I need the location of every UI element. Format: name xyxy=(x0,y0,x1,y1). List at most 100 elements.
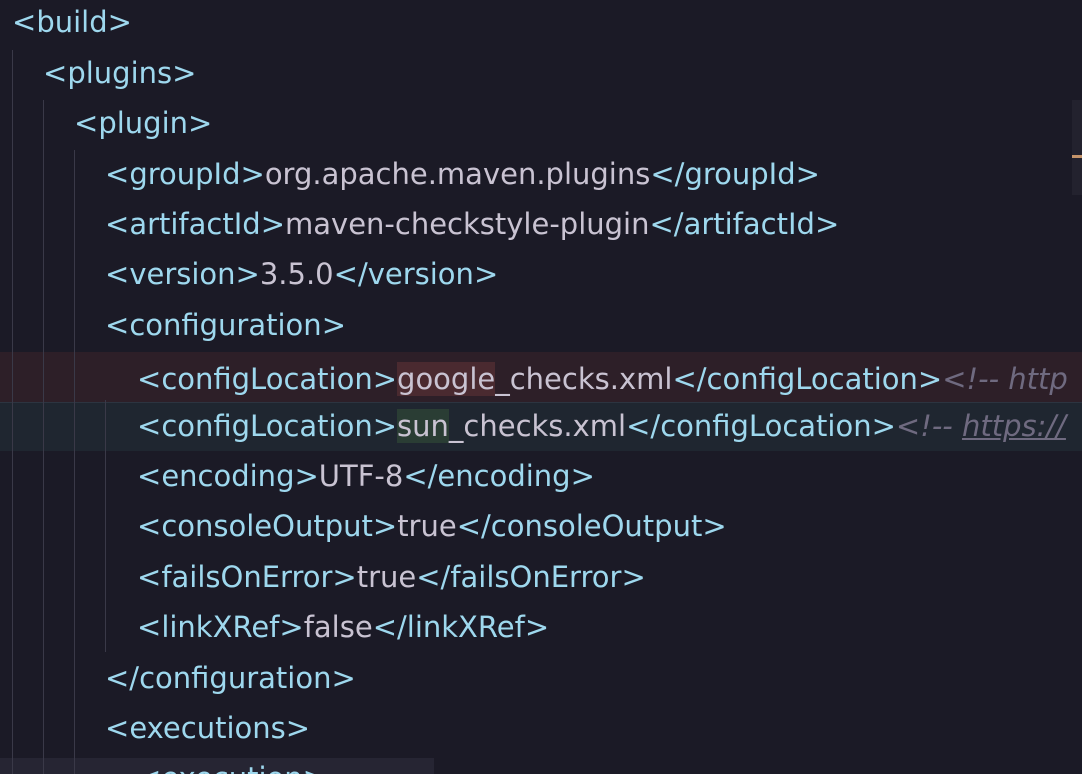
code-line[interactable]: <version>3.5.0</version> xyxy=(0,249,1082,299)
tag-bracket: > xyxy=(107,5,132,39)
code-line[interactable]: <encoding>UTF-8</encoding> xyxy=(0,451,1082,501)
tag-bracket: < xyxy=(105,207,130,241)
tag-bracket: </ xyxy=(672,362,707,396)
tag-name: configLocation xyxy=(706,362,918,396)
tag-bracket: > xyxy=(702,509,727,543)
tag-bracket: < xyxy=(137,560,162,594)
tag-name: executions xyxy=(129,711,286,745)
tag-name: groupId xyxy=(129,157,241,191)
tag-bracket: > xyxy=(172,56,197,90)
tag-value: UTF-8 xyxy=(318,459,404,493)
tag-name: linkXRef xyxy=(161,610,280,644)
tag-bracket: > xyxy=(332,560,357,594)
tag-name: consoleOutput xyxy=(490,509,703,543)
tag-bracket: </ xyxy=(333,257,368,291)
tag-name: version xyxy=(129,257,236,291)
tag-bracket: > xyxy=(871,409,896,443)
tag-bracket: > xyxy=(570,459,595,493)
tag-value: org.apache.maven.plugins xyxy=(264,157,651,191)
code-editor[interactable]: <build> <plugins> <plugin> <groupId>org.… xyxy=(0,0,1082,774)
tag-bracket: </ xyxy=(626,409,661,443)
code-line[interactable]: <consoleOutput>true</consoleOutput> xyxy=(0,501,1082,551)
comment: <!-- xyxy=(895,409,962,443)
tag-bracket: > xyxy=(372,509,398,543)
tag-name: groupId xyxy=(684,157,796,191)
comment-link[interactable]: https:// xyxy=(962,409,1066,443)
tag-bracket: < xyxy=(137,509,162,543)
tag-name: version xyxy=(367,257,474,291)
tag-value: true xyxy=(397,509,457,543)
tag-bracket: < xyxy=(105,308,130,342)
tag-name: consoleOutput xyxy=(161,509,373,543)
tag-bracket: < xyxy=(105,711,130,745)
comment: <!-- http xyxy=(942,362,1068,396)
code-line[interactable]: <linkXRef>false</linkXRef> xyxy=(0,602,1082,652)
tag-value: maven-checkstyle-plugin xyxy=(285,207,650,241)
tag-name: execution xyxy=(161,761,302,774)
tag-bracket: < xyxy=(105,157,130,191)
tag-bracket: < xyxy=(137,610,162,644)
code-line[interactable]: <plugin> xyxy=(0,98,1082,148)
tag-bracket: > xyxy=(294,459,319,493)
code-line-removed[interactable]: <configLocation>google_checks.xml</confi… xyxy=(0,354,1082,404)
tag-bracket: > xyxy=(303,761,327,774)
tag-bracket: > xyxy=(524,610,550,644)
tag-bracket: < xyxy=(137,362,162,396)
tag-name: artifactId xyxy=(683,207,815,241)
tag-name: plugins xyxy=(67,56,173,90)
tag-bracket: > xyxy=(260,207,286,241)
code-line[interactable]: <groupId>org.apache.maven.plugins</group… xyxy=(0,149,1082,199)
tag-bracket: > xyxy=(814,207,840,241)
code-line-added[interactable]: <configLocation>sun_checks.xml</configLo… xyxy=(0,401,1082,451)
tag-name: configLocation xyxy=(660,409,872,443)
tag-bracket: < xyxy=(137,409,162,443)
tag-bracket: > xyxy=(240,157,265,191)
tag-value: _checks.xml xyxy=(495,362,673,396)
code-line[interactable]: <plugins> xyxy=(0,48,1082,98)
tag-name: failsOnError xyxy=(450,560,622,594)
tag-bracket: < xyxy=(74,106,99,140)
tag-bracket: > xyxy=(621,560,646,594)
tag-bracket: > xyxy=(372,409,398,443)
code-line[interactable]: <execution> xyxy=(0,753,1082,774)
tag-bracket: </ xyxy=(649,207,684,241)
tag-name: artifactId xyxy=(129,207,261,241)
tag-bracket: > xyxy=(188,106,213,140)
tag-name: linkXRef xyxy=(406,610,525,644)
code-line[interactable]: <artifactId>maven-checkstyle-plugin</art… xyxy=(0,199,1082,249)
code-line[interactable]: <failsOnError>true</failsOnError> xyxy=(0,552,1082,602)
code-line[interactable]: <build> xyxy=(0,0,1082,47)
tag-name: build xyxy=(36,5,108,39)
tag-bracket: > xyxy=(795,157,820,191)
tag-name: configuration xyxy=(129,308,322,342)
tag-bracket: </ xyxy=(105,661,140,695)
tag-name: encoding xyxy=(161,459,295,493)
tag-bracket: < xyxy=(137,459,162,493)
tag-bracket: < xyxy=(43,56,68,90)
tag-name: configuration xyxy=(139,661,332,695)
code-line[interactable]: <executions> xyxy=(0,703,1082,753)
tag-value: false xyxy=(303,610,373,644)
tag-bracket: > xyxy=(917,362,943,396)
tag-bracket: > xyxy=(235,257,260,291)
removed-word: google xyxy=(397,362,496,396)
code-line[interactable]: </configuration> xyxy=(0,653,1082,703)
tag-name: plugin xyxy=(98,106,189,140)
tag-bracket: </ xyxy=(456,509,491,543)
tag-bracket: </ xyxy=(650,157,685,191)
tag-name: configLocation xyxy=(161,409,373,443)
tag-name: failsOnError xyxy=(161,560,333,594)
tag-bracket: > xyxy=(279,610,304,644)
tag-bracket: > xyxy=(331,661,356,695)
tag-bracket: < xyxy=(137,761,161,774)
code-line[interactable]: <configuration> xyxy=(0,300,1082,350)
tag-value: true xyxy=(356,560,417,594)
tag-bracket: </ xyxy=(403,459,438,493)
tag-bracket: < xyxy=(12,5,37,39)
tag-bracket: > xyxy=(473,257,499,291)
tag-value: 3.5.0 xyxy=(259,257,334,291)
tag-name: configLocation xyxy=(161,362,373,396)
tag-bracket: < xyxy=(105,257,130,291)
tag-value: _checks.xml xyxy=(448,409,627,443)
tag-name: encoding xyxy=(437,459,571,493)
